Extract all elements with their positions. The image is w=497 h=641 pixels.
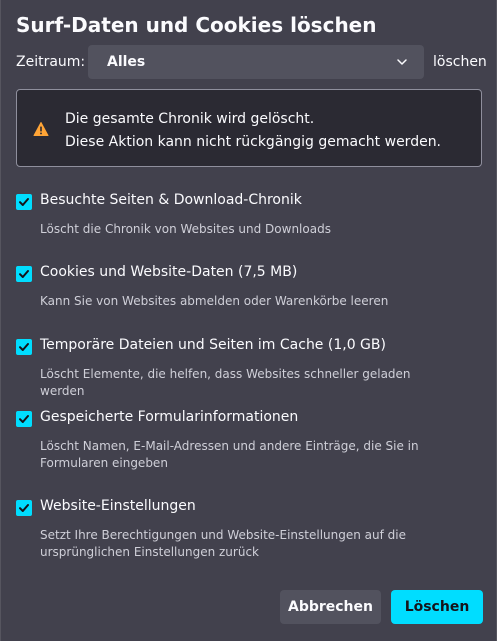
- warning-text: Die gesamte Chronik wird gelöscht. Diese…: [65, 108, 441, 154]
- chevron-down-icon: [397, 59, 407, 65]
- checkmark-icon: [19, 270, 29, 278]
- warning-triangle-icon: [33, 122, 49, 136]
- time-range-label: Zeitraum:: [16, 54, 86, 70]
- warning-line-2: Diese Aktion kann nicht rückgängig gemac…: [65, 134, 442, 150]
- checkbox-cache[interactable]: [16, 339, 32, 355]
- time-range-row: Zeitraum: Alles löschen: [16, 45, 487, 79]
- option-label[interactable]: Cookies und Website-Daten (7,5 MB): [40, 264, 297, 280]
- option-description: Setzt Ihre Berechtigungen und Website-Ei…: [40, 528, 406, 559]
- warning-line-1: Die gesamte Chronik wird gelöscht.: [65, 111, 315, 127]
- option-label[interactable]: Gespeicherte Formularinformationen: [40, 409, 298, 425]
- dialog-title: Surf-Daten und Cookies löschen: [16, 13, 377, 37]
- checkmark-icon: [19, 504, 29, 512]
- option-label[interactable]: Website-Einstellungen: [40, 498, 196, 514]
- checkmark-icon: [19, 343, 29, 351]
- option-description: Löscht die Chronik von Websites und Down…: [40, 222, 331, 236]
- clear-now-button[interactable]: Löschen: [391, 590, 483, 624]
- checkbox-history[interactable]: [16, 194, 32, 210]
- checkmark-icon: [19, 198, 29, 206]
- warning-box: Die gesamte Chronik wird gelöscht. Diese…: [16, 89, 482, 167]
- time-range-select[interactable]: Alles: [88, 45, 424, 79]
- time-range-value: Alles: [107, 54, 146, 70]
- option-label[interactable]: Temporäre Dateien und Seiten im Cache (1…: [40, 337, 386, 353]
- checkbox-form-data[interactable]: [16, 411, 32, 427]
- window-border-left: [0, 0, 1, 641]
- checkmark-icon: [19, 415, 29, 423]
- option-description: Löscht Namen, E-Mail-Adressen und andere…: [40, 439, 419, 470]
- option-description: Kann Sie von Websites abmelden oder Ware…: [40, 294, 389, 308]
- option-label[interactable]: Besuchte Seiten & Download-Chronik: [40, 192, 302, 208]
- cancel-button[interactable]: Abbrechen: [280, 590, 381, 624]
- checkbox-cookies[interactable]: [16, 266, 32, 282]
- checkbox-site-settings[interactable]: [16, 500, 32, 516]
- option-description: Löscht Elemente, die helfen, dass Websit…: [40, 367, 411, 398]
- time-range-suffix: löschen: [433, 54, 487, 70]
